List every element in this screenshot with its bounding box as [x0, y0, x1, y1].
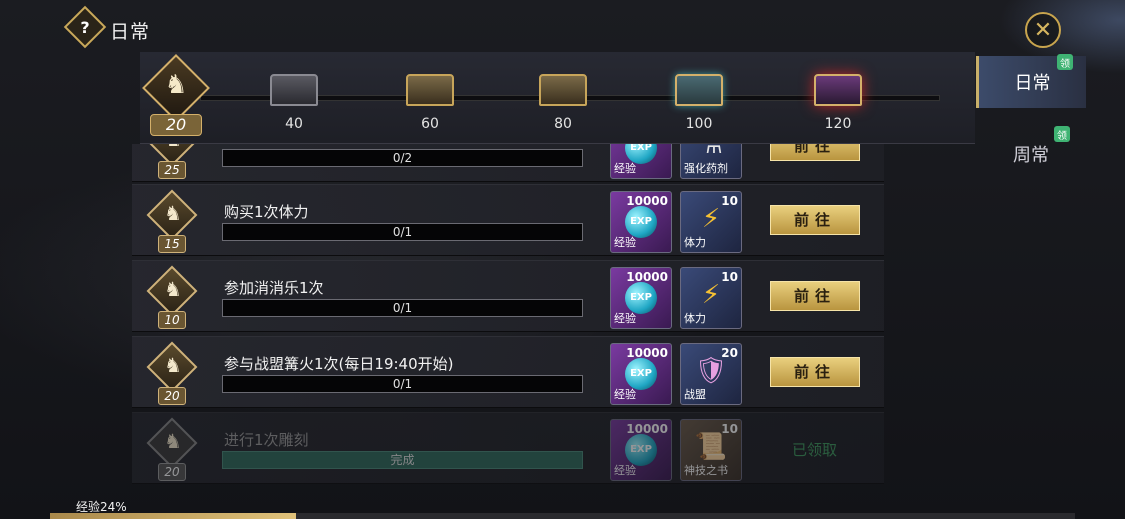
- task-row: ♞ 15 购买1次体力 0/1 10000 EXP 经验 10 ⚡ 体力 前往: [132, 184, 884, 256]
- teal-chest-icon[interactable]: [669, 64, 729, 110]
- helmet-icon: ♞: [164, 70, 188, 100]
- task-progress-bar: 0/1: [222, 375, 583, 393]
- milestone-label: 120: [824, 116, 852, 132]
- task-progress-text: 0/2: [392, 151, 413, 165]
- tab-weekly-label: 周常: [1013, 145, 1049, 166]
- task-points: 10: [158, 311, 186, 329]
- potion-icon: ⚗: [699, 144, 723, 160]
- reward-name: 经验: [614, 464, 636, 477]
- page-title: 日常: [110, 21, 151, 43]
- task-name: 购买1次体力: [224, 203, 309, 221]
- exp-bar-fill: [50, 513, 296, 519]
- task-progress-text: 0/1: [392, 301, 413, 315]
- activity-points: 20: [150, 114, 202, 136]
- go-button[interactable]: 前往: [770, 144, 860, 161]
- reward-name: 战盟: [684, 388, 706, 401]
- activity-points-badge: ♞ 20: [140, 54, 210, 136]
- task-progress-bar: 0/1: [222, 299, 583, 317]
- reward-name: 经验: [614, 388, 636, 401]
- task-points-badge: ♞ 15: [146, 189, 200, 253]
- task-points-badge: ♞ 25: [146, 144, 200, 179]
- activity-progress: ♞ 20 40 60 80 100 120: [140, 52, 975, 144]
- reward-count: 10000: [626, 270, 668, 284]
- task-row: ♞ 20 进行1次雕刻 完成 10000 EXP 经验 10 📜 神技之书 已领…: [132, 412, 884, 484]
- reward-exp[interactable]: EXP 经验: [610, 144, 672, 179]
- reward-count: 10000: [626, 194, 668, 208]
- task-points: 15: [158, 235, 186, 253]
- reward-item[interactable]: ⚗ 强化药剂: [680, 144, 742, 179]
- reward-name: 体力: [684, 236, 706, 249]
- reward-name: 经验: [614, 162, 636, 175]
- shield-icon: 🛡: [694, 356, 728, 386]
- reward-exp[interactable]: 10000 EXP 经验: [610, 419, 672, 481]
- gold-chest-icon[interactable]: [533, 64, 593, 110]
- task-points-badge: ♞ 10: [146, 265, 200, 329]
- task-points-badge: ♞ 20: [146, 341, 200, 405]
- reward-exp[interactable]: 10000 EXP 经验: [610, 191, 672, 253]
- claim-badge: 领: [1054, 126, 1070, 142]
- bronze-chest-icon[interactable]: [400, 64, 460, 110]
- reward-exp[interactable]: 10000 EXP 经验: [610, 267, 672, 329]
- reward-name: 经验: [614, 236, 636, 249]
- claimed-label: 已领取: [792, 441, 838, 459]
- task-progress-bar: 0/1: [222, 223, 583, 241]
- task-progress-text: 完成: [390, 453, 415, 467]
- milestone-label: 60: [421, 116, 439, 132]
- task-progress-bar: 0/2: [222, 149, 583, 167]
- close-x-icon: ✕: [1033, 17, 1053, 43]
- reward-name: 体力: [684, 312, 706, 325]
- task-name: 进行1次雕刻: [224, 431, 309, 449]
- reward-exp[interactable]: 10000 EXP 经验: [610, 343, 672, 405]
- task-row: ♞ 10 参加消消乐1次 0/1 10000 EXP 经验 10 ⚡ 体力 前往: [132, 260, 884, 332]
- scroll-icon: 📜: [694, 432, 728, 462]
- lightning-icon: ⚡: [701, 204, 721, 234]
- task-row: ♞ 20 参与战盟篝火1次(每日19:40开始) 0/1 10000 EXP 经…: [132, 336, 884, 408]
- milestone-label: 80: [554, 116, 572, 132]
- iron-chest-icon[interactable]: [264, 64, 324, 110]
- purple-chest-icon[interactable]: [808, 64, 868, 110]
- reward-item[interactable]: 10 ⚡ 体力: [680, 267, 742, 329]
- task-points-badge: ♞ 20: [146, 417, 200, 481]
- tab-weekly[interactable]: 周常 领: [976, 126, 1086, 180]
- tab-daily[interactable]: 日常 领: [976, 54, 1086, 108]
- task-row: ♞ 25 0/2 EXP 经验 ⚗ 强化药剂 前往: [132, 144, 884, 182]
- task-list[interactable]: ♞ 25 0/2 EXP 经验 ⚗ 强化药剂 前往 ♞ 15 购买1次体力 0/…: [132, 144, 884, 486]
- milestone-label: 100: [685, 116, 713, 132]
- milestone-label: 40: [285, 116, 303, 132]
- lightning-icon: ⚡: [701, 280, 721, 310]
- reward-item[interactable]: 20 🛡 战盟: [680, 343, 742, 405]
- reward-count: 10000: [626, 422, 668, 436]
- reward-name: 神技之书: [684, 464, 728, 477]
- tab-daily-label: 日常: [1014, 73, 1051, 94]
- task-progress-bar: 完成: [222, 451, 583, 469]
- task-points: 20: [158, 463, 186, 481]
- exp-bar: [50, 513, 1075, 519]
- reward-item[interactable]: 10 ⚡ 体力: [680, 191, 742, 253]
- task-points: 20: [158, 387, 186, 405]
- go-button[interactable]: 前往: [770, 205, 860, 235]
- task-name: 参加消消乐1次: [224, 279, 324, 297]
- task-points: 25: [158, 161, 186, 179]
- reward-count: 10000: [626, 346, 668, 360]
- reward-name: 强化药剂: [684, 162, 728, 175]
- task-progress-text: 0/1: [392, 225, 413, 239]
- reward-item[interactable]: 10 📜 神技之书: [680, 419, 742, 481]
- task-progress-text: 0/1: [392, 377, 413, 391]
- close-button[interactable]: ✕: [1025, 12, 1061, 48]
- task-name: 参与战盟篝火1次(每日19:40开始): [224, 355, 454, 373]
- claim-badge: 领: [1057, 54, 1073, 70]
- go-button[interactable]: 前往: [770, 357, 860, 387]
- go-button[interactable]: 前往: [770, 281, 860, 311]
- reward-name: 经验: [614, 312, 636, 325]
